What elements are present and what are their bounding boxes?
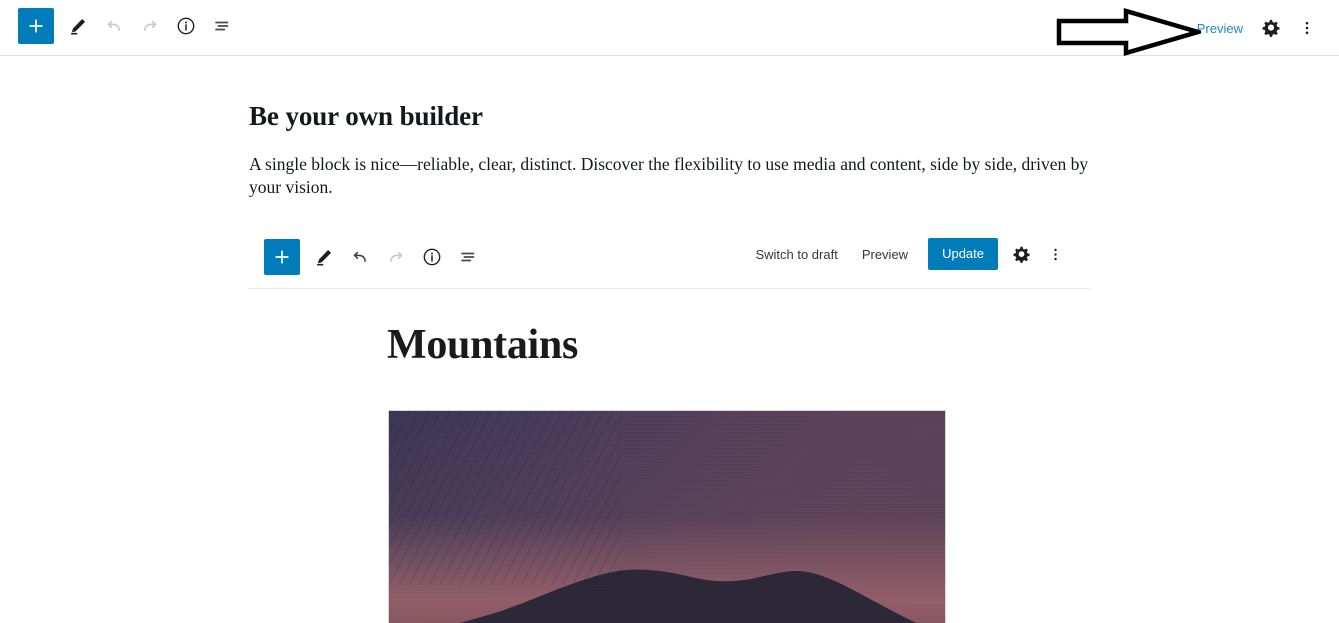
list-view-button[interactable] [204, 8, 240, 44]
nested-more-options-button[interactable] [1038, 237, 1072, 271]
nested-toolbar-left [264, 239, 486, 275]
nested-toolbar-right: Switch to draft Preview Update [743, 237, 1072, 271]
nested-editor-toolbar: Switch to draft Preview Update [248, 226, 1090, 289]
nested-redo-button[interactable] [378, 239, 414, 275]
vertical-ellipsis-icon [1053, 248, 1057, 260]
edit-pencil-icon [316, 249, 332, 266]
vertical-ellipsis-icon [1305, 21, 1309, 35]
add-block-icon [275, 250, 289, 264]
nested-undo-button[interactable] [342, 239, 378, 275]
info-icon [177, 17, 195, 35]
header-toolbar-right: Preview [1187, 0, 1325, 56]
undo-icon [107, 20, 120, 31]
nested-tools-pencil-button[interactable] [306, 239, 342, 275]
redo-icon [390, 251, 403, 262]
gear-icon [1012, 246, 1030, 263]
nested-list-view-button[interactable] [450, 239, 486, 275]
undo-button[interactable] [96, 8, 132, 44]
tools-pencil-button[interactable] [60, 8, 96, 44]
edit-pencil-icon [70, 18, 86, 35]
page-title[interactable]: Be your own builder [249, 101, 483, 132]
editor-canvas: Be your own builder A single block is ni… [0, 56, 1339, 623]
page-paragraph[interactable]: A single block is nice—reliable, clear, … [249, 153, 1089, 199]
nested-add-block-button[interactable] [264, 239, 300, 275]
add-block-button[interactable] [18, 8, 54, 44]
header-toolbar-left [18, 8, 240, 44]
previewed-post-heading[interactable]: Mountains [387, 321, 578, 369]
editor-header: Preview [0, 0, 1339, 56]
redo-button[interactable] [132, 8, 168, 44]
mountain-silhouette [459, 569, 917, 623]
list-view-icon [215, 21, 229, 31]
more-options-button[interactable] [1289, 10, 1325, 46]
settings-button[interactable] [1253, 10, 1289, 46]
editor-screen: Preview Be your own builder A single blo… [0, 0, 1339, 623]
add-block-icon [29, 19, 43, 33]
nested-settings-button[interactable] [1004, 237, 1038, 271]
list-view-icon [461, 252, 475, 262]
nested-details-info-button[interactable] [414, 239, 450, 275]
nested-editor-block: Switch to draft Preview Update Mountains [248, 226, 1090, 623]
preview-link[interactable]: Preview [1187, 15, 1253, 42]
undo-icon [353, 251, 366, 262]
nested-preview-button[interactable]: Preview [850, 239, 920, 270]
redo-icon [144, 20, 157, 31]
switch-to-draft-button[interactable]: Switch to draft [743, 239, 849, 270]
info-icon [423, 248, 441, 266]
gear-icon [1262, 19, 1280, 37]
update-button[interactable]: Update [928, 238, 998, 270]
previewed-post-image[interactable] [388, 410, 946, 623]
details-info-button[interactable] [168, 8, 204, 44]
